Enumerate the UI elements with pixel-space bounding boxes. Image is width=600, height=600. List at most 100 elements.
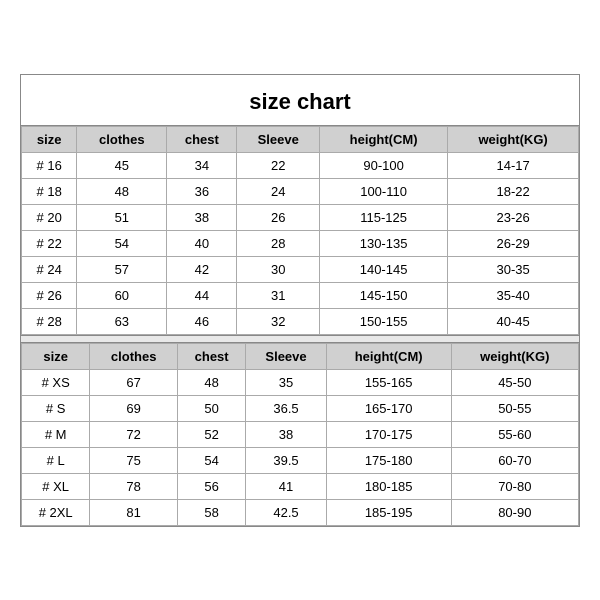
table-cell: # XS <box>22 369 90 395</box>
table-cell: # XL <box>22 473 90 499</box>
table-row: # 18483624100-11018-22 <box>22 178 579 204</box>
table2-header-cell: Sleeve <box>246 343 326 369</box>
table-cell: 48 <box>77 178 167 204</box>
table-cell: 40-45 <box>448 308 579 334</box>
table-cell: 155-165 <box>326 369 451 395</box>
table-cell: 60-70 <box>451 447 578 473</box>
table-cell: 130-135 <box>319 230 447 256</box>
table-cell: 46 <box>167 308 237 334</box>
table-cell: 81 <box>90 499 178 525</box>
table-cell: # 18 <box>22 178 77 204</box>
table-cell: 80-90 <box>451 499 578 525</box>
table-cell: 35-40 <box>448 282 579 308</box>
table-cell: 26-29 <box>448 230 579 256</box>
table-cell: # 28 <box>22 308 77 334</box>
table-cell: 18-22 <box>448 178 579 204</box>
table-cell: # 22 <box>22 230 77 256</box>
table-row: # 24574230140-14530-35 <box>22 256 579 282</box>
table-cell: 39.5 <box>246 447 326 473</box>
table-cell: 70-80 <box>451 473 578 499</box>
table-cell: # 26 <box>22 282 77 308</box>
table-cell: 45-50 <box>451 369 578 395</box>
table-cell: 31 <box>237 282 320 308</box>
table-cell: 145-150 <box>319 282 447 308</box>
table-cell: # L <box>22 447 90 473</box>
table-row: # XS674835155-16545-50 <box>22 369 579 395</box>
table-row: # 2XL815842.5185-19580-90 <box>22 499 579 525</box>
table-cell: # S <box>22 395 90 421</box>
table-cell: 38 <box>167 204 237 230</box>
table-cell: 45 <box>77 152 167 178</box>
table-row: # M725238170-17555-60 <box>22 421 579 447</box>
table-cell: 41 <box>246 473 326 499</box>
table-cell: 55-60 <box>451 421 578 447</box>
table-cell: 69 <box>90 395 178 421</box>
table-row: # L755439.5175-18060-70 <box>22 447 579 473</box>
table-cell: 180-185 <box>326 473 451 499</box>
table-cell: 58 <box>177 499 245 525</box>
table-cell: # 2XL <box>22 499 90 525</box>
table2-header-row: sizeclotheschestSleeveheight(CM)weight(K… <box>22 343 579 369</box>
table-cell: 90-100 <box>319 152 447 178</box>
table-cell: 150-155 <box>319 308 447 334</box>
table2-header-cell: chest <box>177 343 245 369</box>
table-cell: 30-35 <box>448 256 579 282</box>
table-row: # 28634632150-15540-45 <box>22 308 579 334</box>
table1-header-cell: weight(KG) <box>448 126 579 152</box>
table1-header-cell: size <box>22 126 77 152</box>
table1-header-cell: chest <box>167 126 237 152</box>
table-cell: 170-175 <box>326 421 451 447</box>
table-cell: 57 <box>77 256 167 282</box>
table-cell: 50-55 <box>451 395 578 421</box>
table-cell: 56 <box>177 473 245 499</box>
table-cell: 78 <box>90 473 178 499</box>
table-cell: 40 <box>167 230 237 256</box>
table-cell: 28 <box>237 230 320 256</box>
table-cell: 165-170 <box>326 395 451 421</box>
table-row: # 20513826115-12523-26 <box>22 204 579 230</box>
table-cell: 23-26 <box>448 204 579 230</box>
table-cell: # 20 <box>22 204 77 230</box>
table-cell: 48 <box>177 369 245 395</box>
table-cell: # 16 <box>22 152 77 178</box>
table-cell: 175-180 <box>326 447 451 473</box>
table-cell: 36.5 <box>246 395 326 421</box>
table-cell: 75 <box>90 447 178 473</box>
table-cell: # 24 <box>22 256 77 282</box>
table-cell: 26 <box>237 204 320 230</box>
table-cell: 54 <box>77 230 167 256</box>
table1-header-cell: clothes <box>77 126 167 152</box>
table-cell: 50 <box>177 395 245 421</box>
table2-header-cell: size <box>22 343 90 369</box>
table-cell: 24 <box>237 178 320 204</box>
table-cell: 14-17 <box>448 152 579 178</box>
table-row: # 26604431145-15035-40 <box>22 282 579 308</box>
table-cell: 72 <box>90 421 178 447</box>
section-divider <box>21 335 579 343</box>
table1-header-row: sizeclotheschestSleeveheight(CM)weight(K… <box>22 126 579 152</box>
table-row: # S695036.5165-17050-55 <box>22 395 579 421</box>
table-cell: 35 <box>246 369 326 395</box>
table-cell: 140-145 <box>319 256 447 282</box>
table-cell: 52 <box>177 421 245 447</box>
table-cell: 42 <box>167 256 237 282</box>
table-cell: 51 <box>77 204 167 230</box>
table2-header-cell: height(CM) <box>326 343 451 369</box>
size-table-2: sizeclotheschestSleeveheight(CM)weight(K… <box>21 343 579 526</box>
table-row: # XL785641180-18570-80 <box>22 473 579 499</box>
table-cell: 32 <box>237 308 320 334</box>
table-cell: 34 <box>167 152 237 178</box>
table2-header-cell: weight(KG) <box>451 343 578 369</box>
chart-title: size chart <box>21 75 579 126</box>
table1-header-cell: Sleeve <box>237 126 320 152</box>
table-cell: 44 <box>167 282 237 308</box>
size-table-1: sizeclotheschestSleeveheight(CM)weight(K… <box>21 126 579 335</box>
table-cell: 30 <box>237 256 320 282</box>
table-cell: 67 <box>90 369 178 395</box>
table-cell: 54 <box>177 447 245 473</box>
table1-header-cell: height(CM) <box>319 126 447 152</box>
table-cell: 185-195 <box>326 499 451 525</box>
table-cell: # M <box>22 421 90 447</box>
table-cell: 60 <box>77 282 167 308</box>
table-row: # 1645342290-10014-17 <box>22 152 579 178</box>
